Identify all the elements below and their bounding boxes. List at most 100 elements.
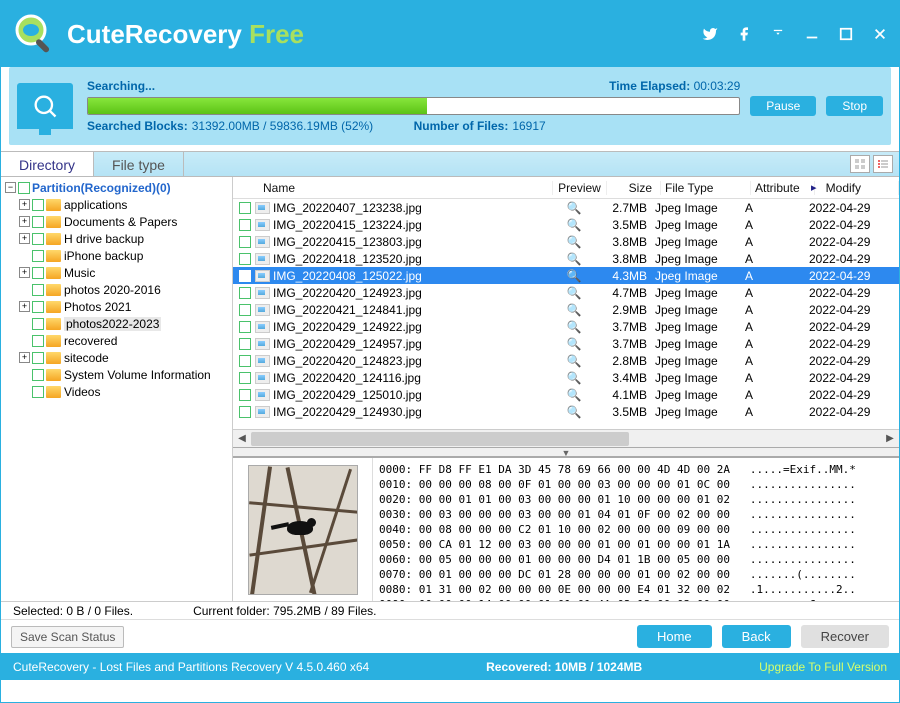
recover-button[interactable]: Recover <box>801 625 889 648</box>
expander-icon[interactable]: + <box>19 267 30 278</box>
checkbox[interactable] <box>239 338 251 350</box>
checkbox[interactable] <box>32 386 44 398</box>
checkbox[interactable] <box>239 321 251 333</box>
checkbox[interactable] <box>32 318 44 330</box>
checkbox[interactable] <box>32 352 44 364</box>
tab-directory[interactable]: Directory <box>1 152 94 176</box>
checkbox[interactable] <box>239 389 251 401</box>
col-attr[interactable]: Attribute <box>751 181 815 195</box>
h-scrollbar[interactable]: ◀ ▶ <box>233 429 899 447</box>
preview-icon[interactable]: 🔍 <box>547 269 601 283</box>
preview-icon[interactable]: 🔍 <box>547 354 601 368</box>
scroll-right-icon[interactable]: ▶ <box>881 433 899 444</box>
tree-item[interactable]: recovered <box>19 332 232 349</box>
preview-icon[interactable]: 🔍 <box>547 218 601 232</box>
table-row[interactable]: IMG_20220418_123520.jpg🔍3.8MBJpeg ImageA… <box>233 250 899 267</box>
checkbox[interactable] <box>32 199 44 211</box>
tree-item[interactable]: Videos <box>19 383 232 400</box>
checkbox[interactable] <box>32 301 44 313</box>
view-list-icon[interactable] <box>873 155 893 173</box>
tree-item[interactable]: photos2022-2023 <box>19 315 232 332</box>
tree-item[interactable]: +Music <box>19 264 232 281</box>
table-row[interactable]: IMG_20220429_124930.jpg🔍3.5MBJpeg ImageA… <box>233 403 899 420</box>
tree-item[interactable]: iPhone backup <box>19 247 232 264</box>
expander-icon[interactable]: + <box>19 199 30 210</box>
preview-icon[interactable]: 🔍 <box>547 371 601 385</box>
table-row[interactable]: IMG_20220420_124116.jpg🔍3.4MBJpeg ImageA… <box>233 369 899 386</box>
file-table-body[interactable]: IMG_20220407_123238.jpg🔍2.7MBJpeg ImageA… <box>233 199 899 429</box>
upgrade-link[interactable]: Upgrade To Full Version <box>759 660 887 674</box>
table-row[interactable]: IMG_20220420_124823.jpg🔍2.8MBJpeg ImageA… <box>233 352 899 369</box>
col-modify[interactable]: ▸ Modify <box>815 181 899 195</box>
splitter-handle[interactable]: ▼ <box>233 447 899 457</box>
scroll-thumb[interactable] <box>251 432 629 446</box>
facebook-icon[interactable] <box>735 25 753 43</box>
maximize-icon[interactable] <box>837 25 855 43</box>
expander-icon[interactable]: − <box>5 182 16 193</box>
table-row[interactable]: IMG_20220420_124923.jpg🔍4.7MBJpeg ImageA… <box>233 284 899 301</box>
tree-item[interactable]: photos 2020-2016 <box>19 281 232 298</box>
table-row[interactable]: IMG_20220415_123224.jpg🔍3.5MBJpeg ImageA… <box>233 216 899 233</box>
tree-item[interactable]: +H drive backup <box>19 230 232 247</box>
save-scan-button[interactable]: Save Scan Status <box>11 626 124 648</box>
checkbox[interactable] <box>32 233 44 245</box>
preview-icon[interactable]: 🔍 <box>547 303 601 317</box>
checkbox[interactable] <box>239 355 251 367</box>
pause-button[interactable]: Pause <box>750 96 816 116</box>
checkbox[interactable] <box>18 182 30 194</box>
col-size[interactable]: Size <box>607 181 661 195</box>
preview-icon[interactable]: 🔍 <box>547 405 601 419</box>
home-button[interactable]: Home <box>637 625 712 648</box>
table-row[interactable]: IMG_20220421_124841.jpg🔍2.9MBJpeg ImageA… <box>233 301 899 318</box>
hex-view[interactable]: 0000: FF D8 FF E1 DA 3D 45 78 69 66 00 0… <box>373 458 899 601</box>
table-row[interactable]: IMG_20220415_123803.jpg🔍3.8MBJpeg ImageA… <box>233 233 899 250</box>
tree-item[interactable]: +sitecode <box>19 349 232 366</box>
scroll-left-icon[interactable]: ◀ <box>233 433 251 444</box>
checkbox[interactable] <box>32 267 44 279</box>
tree-root[interactable]: − Partition(Recognized)(0) <box>5 179 232 196</box>
expander-icon[interactable]: + <box>19 301 30 312</box>
checkbox[interactable] <box>239 219 251 231</box>
preview-icon[interactable]: 🔍 <box>547 235 601 249</box>
expander-icon[interactable]: + <box>19 352 30 363</box>
checkbox[interactable] <box>239 287 251 299</box>
directory-tree[interactable]: − Partition(Recognized)(0) +applications… <box>1 177 233 601</box>
preview-icon[interactable]: 🔍 <box>547 320 601 334</box>
tree-item[interactable]: +Documents & Papers <box>19 213 232 230</box>
checkbox[interactable] <box>239 304 251 316</box>
minimize-icon[interactable] <box>803 25 821 43</box>
checkbox[interactable] <box>239 253 251 265</box>
table-row[interactable]: IMG_20220429_124922.jpg🔍3.7MBJpeg ImageA… <box>233 318 899 335</box>
view-grid-icon[interactable] <box>850 155 870 173</box>
checkbox[interactable] <box>32 216 44 228</box>
col-name[interactable]: Name <box>259 181 553 195</box>
checkbox[interactable] <box>32 284 44 296</box>
checkbox[interactable] <box>239 406 251 418</box>
stop-button[interactable]: Stop <box>826 96 883 116</box>
tab-filetype[interactable]: File type <box>94 152 184 176</box>
preview-icon[interactable]: 🔍 <box>547 388 601 402</box>
checkbox[interactable] <box>32 369 44 381</box>
checkbox[interactable] <box>32 335 44 347</box>
col-type[interactable]: File Type <box>661 181 751 195</box>
preview-icon[interactable]: 🔍 <box>547 286 601 300</box>
tree-item[interactable]: System Volume Information <box>19 366 232 383</box>
checkbox[interactable] <box>239 202 251 214</box>
table-row[interactable]: IMG_20220407_123238.jpg🔍2.7MBJpeg ImageA… <box>233 199 899 216</box>
back-button[interactable]: Back <box>722 625 791 648</box>
preview-icon[interactable]: 🔍 <box>547 201 601 215</box>
expander-icon[interactable]: + <box>19 216 30 227</box>
twitter-icon[interactable] <box>701 25 719 43</box>
checkbox[interactable] <box>32 250 44 262</box>
table-row[interactable]: IMG_20220429_124957.jpg🔍3.7MBJpeg ImageA… <box>233 335 899 352</box>
col-preview[interactable]: Preview <box>553 181 607 195</box>
expander-icon[interactable]: + <box>19 233 30 244</box>
checkbox[interactable] <box>239 270 251 282</box>
checkbox[interactable] <box>239 236 251 248</box>
preview-icon[interactable]: 🔍 <box>547 252 601 266</box>
table-row[interactable]: IMG_20220408_125022.jpg🔍4.3MBJpeg ImageA… <box>233 267 899 284</box>
table-row[interactable]: IMG_20220429_125010.jpg🔍4.1MBJpeg ImageA… <box>233 386 899 403</box>
checkbox[interactable] <box>239 372 251 384</box>
tree-item[interactable]: +applications <box>19 196 232 213</box>
tree-item[interactable]: +Photos 2021 <box>19 298 232 315</box>
